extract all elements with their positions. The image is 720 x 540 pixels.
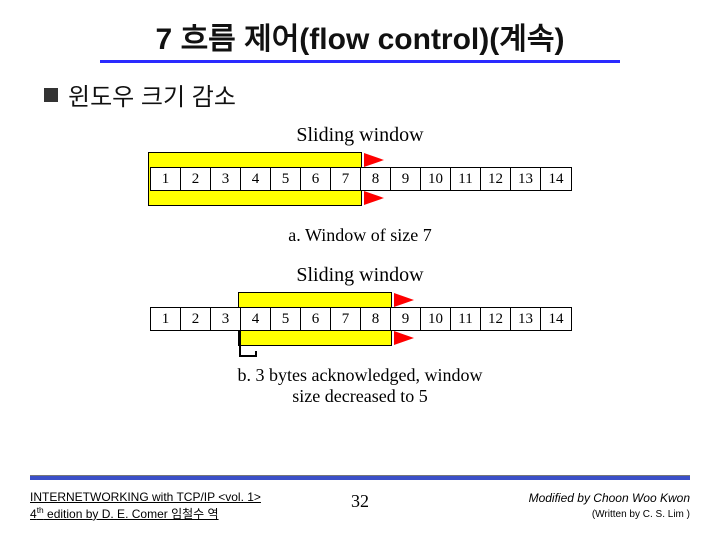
figure-container: Sliding window 1234567891011121314 a. Wi… — [0, 112, 720, 407]
footer-source-title: INTERNETWORKING with TCP/IP <vol. 1> — [30, 490, 261, 504]
footer-divider — [30, 475, 690, 480]
bullet-item: 윈도우 크기 감소 — [44, 77, 720, 112]
cell: 11 — [451, 168, 481, 190]
cell: 10 — [421, 308, 451, 330]
cell: 3 — [211, 168, 241, 190]
arrow-right-icon — [394, 331, 414, 345]
footer-right: Modified by Choon Woo Kwon (Written by C… — [529, 491, 690, 522]
footer-modified-by: Modified by Choon Woo Kwon — [529, 491, 690, 505]
cell: 5 — [271, 308, 301, 330]
cell: 3 — [211, 308, 241, 330]
cell: 7 — [331, 308, 361, 330]
cell: 13 — [511, 168, 541, 190]
bullet-square-icon — [44, 88, 58, 102]
bullet-text: 윈도우 크기 감소 — [68, 77, 236, 112]
cell: 10 — [421, 168, 451, 190]
cell: 14 — [541, 308, 571, 330]
footer-source-edition: 4th edition by D. E. Comer 임철수 역 — [30, 507, 219, 521]
footer: INTERNETWORKING with TCP/IP <vol. 1> 4th… — [30, 489, 690, 522]
cell: 14 — [541, 168, 571, 190]
footer-left: INTERNETWORKING with TCP/IP <vol. 1> 4th… — [30, 489, 261, 522]
cell: 5 — [271, 168, 301, 190]
cell: 4 — [241, 168, 271, 190]
cell: 12 — [481, 168, 511, 190]
cell-row-a: 1234567891011121314 — [150, 167, 572, 191]
window-label-a: Sliding window — [296, 124, 423, 147]
sliding-window-b: 1234567891011121314 — [150, 291, 570, 361]
cell: 6 — [301, 168, 331, 190]
cell: 2 — [181, 168, 211, 190]
sliding-window-a: 1234567891011121314 — [150, 151, 570, 221]
cell-row-b: 1234567891011121314 — [150, 307, 572, 331]
cell: 1 — [151, 308, 181, 330]
caption-b-l1: b. 3 bytes acknowledged, window — [238, 365, 483, 385]
cell: 2 — [181, 308, 211, 330]
cell: 9 — [391, 168, 421, 190]
footer-written-by: (Written by C. S. Lim ) — [592, 509, 690, 520]
cell: 8 — [361, 168, 391, 190]
cell: 1 — [151, 168, 181, 190]
cell: 7 — [331, 168, 361, 190]
footer-edition-number: 4 — [30, 507, 37, 521]
footer-edition-rest: edition by D. E. Comer 임철수 역 — [44, 507, 219, 521]
arrow-right-icon — [394, 293, 414, 307]
caption-b-l2: size decreased to 5 — [292, 386, 427, 406]
page-number: 32 — [351, 491, 369, 512]
cell: 8 — [361, 308, 391, 330]
cell: 9 — [391, 308, 421, 330]
caption-a: a. Window of size 7 — [288, 225, 431, 246]
caption-b: b. 3 bytes acknowledged, window size dec… — [238, 365, 483, 407]
cell: 11 — [451, 308, 481, 330]
page-title: 7 흐름 제어(flow control)(계속) — [100, 0, 620, 63]
window-label-b: Sliding window — [296, 264, 423, 287]
ack-marker-tip — [255, 351, 257, 357]
footer-edition-suffix: th — [37, 505, 44, 515]
arrow-right-icon — [364, 153, 384, 167]
cell: 13 — [511, 308, 541, 330]
cell: 6 — [301, 308, 331, 330]
ack-marker-vertical — [239, 331, 241, 357]
cell: 4 — [241, 308, 271, 330]
arrow-right-icon — [364, 191, 384, 205]
cell: 12 — [481, 308, 511, 330]
